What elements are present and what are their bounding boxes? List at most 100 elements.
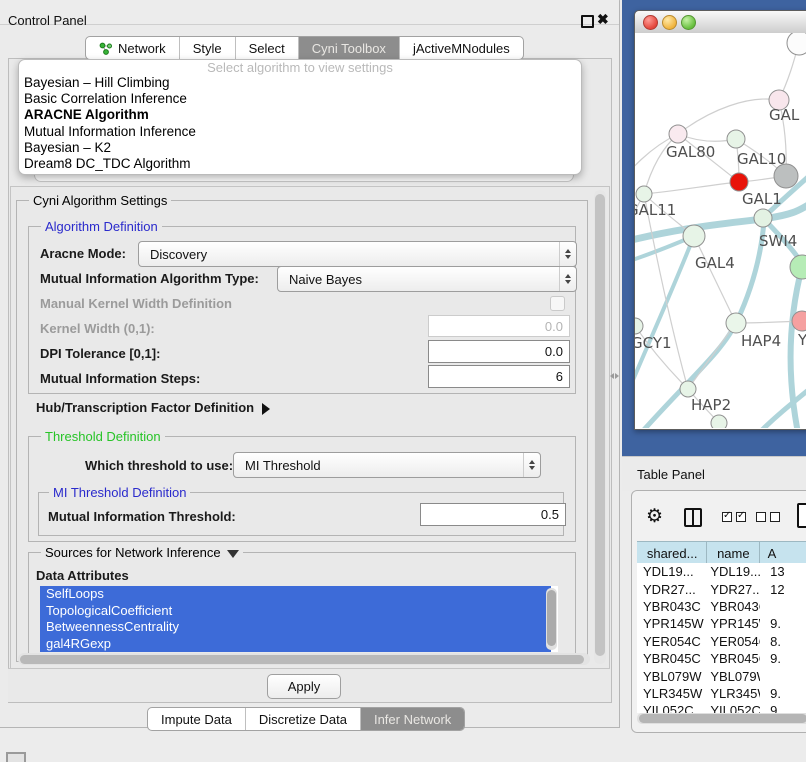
hub-definition-toggle[interactable]: Hub/Transcription Factor Definition xyxy=(36,400,270,415)
tab-discretize-data[interactable]: Discretize Data xyxy=(245,708,360,730)
attributes-scrollbar[interactable] xyxy=(546,588,557,650)
mi-type-combo[interactable]: Naive Bayes xyxy=(277,266,577,292)
attribute-item[interactable]: SelfLoops xyxy=(40,586,551,603)
table-row[interactable]: YBR043CYBR043C xyxy=(637,598,806,615)
network-edge[interactable] xyxy=(688,323,736,389)
tab-network[interactable]: Network xyxy=(86,37,179,59)
network-canvas[interactable]: GALGAL80GAL10GAL1GAL11SWI4GAL4GCY1HAP4YH… xyxy=(635,33,806,428)
network-node[interactable] xyxy=(726,313,746,333)
table-cell: 13 xyxy=(760,564,806,579)
scrollbar-thumb[interactable] xyxy=(595,194,605,656)
attribute-item[interactable]: TopologicalCoefficient xyxy=(40,603,551,620)
table-cell: YBL079W xyxy=(637,669,708,684)
attribute-item[interactable]: gal4RGexp xyxy=(40,636,551,653)
scrollbar-thumb[interactable] xyxy=(20,655,584,664)
table-row[interactable]: YBL079WYBL079W xyxy=(637,667,806,684)
column-header[interactable]: name xyxy=(707,542,759,564)
deselect-all-columns-icon[interactable] xyxy=(756,512,780,522)
which-threshold-combo[interactable]: MI Threshold xyxy=(233,452,541,478)
network-window-titlebar[interactable] xyxy=(635,11,806,34)
network-node[interactable] xyxy=(636,186,652,202)
manual-kernel-checkbox[interactable] xyxy=(550,296,565,311)
algorithm-list: Bayesian – Hill ClimbingBasic Correlatio… xyxy=(19,75,581,172)
network-node[interactable] xyxy=(680,381,696,397)
tab-impute-data[interactable]: Impute Data xyxy=(148,708,245,730)
node-label: GCY1 xyxy=(635,334,672,352)
settings-vertical-scrollbar[interactable] xyxy=(594,190,606,664)
group-title: Threshold Definition xyxy=(41,429,165,444)
splitter-handle[interactable] xyxy=(610,371,619,380)
collapsed-panel-icon[interactable] xyxy=(6,752,26,762)
network-node[interactable] xyxy=(683,225,705,247)
tab-infer-network[interactable]: Infer Network xyxy=(360,708,464,730)
network-edge[interactable] xyxy=(678,99,779,134)
columns-icon[interactable] xyxy=(684,508,702,527)
table-row[interactable]: YDL19...YDL19...13 xyxy=(637,563,806,580)
node-label: GAL11 xyxy=(635,201,676,219)
algorithm-option[interactable]: Bayesian – K2 xyxy=(19,140,581,156)
network-node[interactable] xyxy=(669,125,687,143)
network-node[interactable] xyxy=(727,130,745,148)
algorithm-dropdown-prompt: Select algorithm to view settings xyxy=(19,61,581,75)
aracne-mode-combo[interactable]: Discovery xyxy=(138,241,577,267)
attribute-item[interactable]: BetweennessCentrality xyxy=(40,619,551,636)
algorithm-option[interactable]: Basic Correlation Inference xyxy=(19,91,581,107)
sources-title[interactable]: Sources for Network Inference xyxy=(41,545,243,560)
tab-label: Select xyxy=(249,41,285,56)
kernel-width-field[interactable]: 0.0 xyxy=(428,315,570,337)
settings-horizontal-scrollbar[interactable] xyxy=(18,653,590,665)
network-node[interactable] xyxy=(730,173,748,191)
network-edge[interactable] xyxy=(694,236,736,323)
table-row[interactable]: YPR145WYPR145W9. xyxy=(637,615,806,632)
minimize-traffic-light-icon[interactable] xyxy=(662,15,677,30)
algorithm-option[interactable]: Dream8 DC_TDC Algorithm xyxy=(19,156,581,172)
table-row[interactable]: YBR045CYBR045C9. xyxy=(637,650,806,667)
scrollbar-thumb[interactable] xyxy=(547,590,556,646)
gear-icon[interactable]: ⚙ xyxy=(646,507,663,526)
tab-label: Impute Data xyxy=(161,712,232,727)
network-edge[interactable] xyxy=(644,182,739,194)
algorithm-option[interactable]: Mutual Information Inference xyxy=(19,124,581,140)
table-row[interactable]: YLR345WYLR345W9. xyxy=(637,685,806,702)
tab-label: Infer Network xyxy=(374,712,451,727)
network-node[interactable] xyxy=(754,209,772,227)
network-node[interactable] xyxy=(787,33,806,55)
tab-style[interactable]: Style xyxy=(179,37,235,59)
network-edge[interactable] xyxy=(759,383,806,428)
control-panel-tabbar: Network Style Select Cyni Toolbox jActiv… xyxy=(85,36,524,60)
column-header[interactable]: A xyxy=(760,542,806,564)
new-table-icon[interactable] xyxy=(797,503,806,528)
column-header[interactable]: shared... xyxy=(637,542,707,564)
network-edge[interactable] xyxy=(635,236,694,399)
algorithm-option[interactable]: Bayesian – Hill Climbing xyxy=(19,75,581,91)
network-node[interactable] xyxy=(711,415,727,428)
table-cell: YER054C xyxy=(708,634,760,649)
scrollbar-thumb[interactable] xyxy=(639,714,806,723)
table-horizontal-scrollbar[interactable] xyxy=(637,713,806,724)
mi-threshold-label: Mutual Information Threshold: xyxy=(48,509,236,524)
close-traffic-light-icon[interactable] xyxy=(643,15,658,30)
table-row[interactable]: YER054CYER054C8. xyxy=(637,633,806,650)
node-label: Y xyxy=(797,331,806,349)
float-window-icon[interactable] xyxy=(581,15,594,28)
tab-cyni-toolbox[interactable]: Cyni Toolbox xyxy=(298,37,399,59)
tab-label: Cyni Toolbox xyxy=(312,41,386,56)
table-row[interactable]: YIL052CYIL052C9 xyxy=(637,702,806,713)
algorithm-option[interactable]: ARACNE Algorithm xyxy=(19,107,581,123)
mi-threshold-field[interactable]: 0.5 xyxy=(420,503,566,526)
network-node[interactable] xyxy=(635,318,643,334)
zoom-traffic-light-icon[interactable] xyxy=(681,15,696,30)
table-cell: YDL19... xyxy=(637,564,708,579)
network-node[interactable] xyxy=(790,255,806,279)
close-icon[interactable]: ✖ xyxy=(597,11,609,28)
select-all-columns-icon[interactable] xyxy=(722,512,746,522)
dpi-tolerance-field[interactable]: 0.0 xyxy=(428,340,570,363)
tab-select[interactable]: Select xyxy=(235,37,298,59)
network-edge[interactable] xyxy=(644,194,688,389)
table-cell: YBR043C xyxy=(708,599,760,614)
table-row[interactable]: YDR27...YDR27...12 xyxy=(637,580,806,597)
apply-button[interactable]: Apply xyxy=(267,674,341,699)
mi-steps-field[interactable]: 6 xyxy=(428,365,570,388)
tab-jactivemnodules[interactable]: jActiveMNodules xyxy=(399,37,523,59)
expanded-arrow-icon xyxy=(227,550,239,558)
